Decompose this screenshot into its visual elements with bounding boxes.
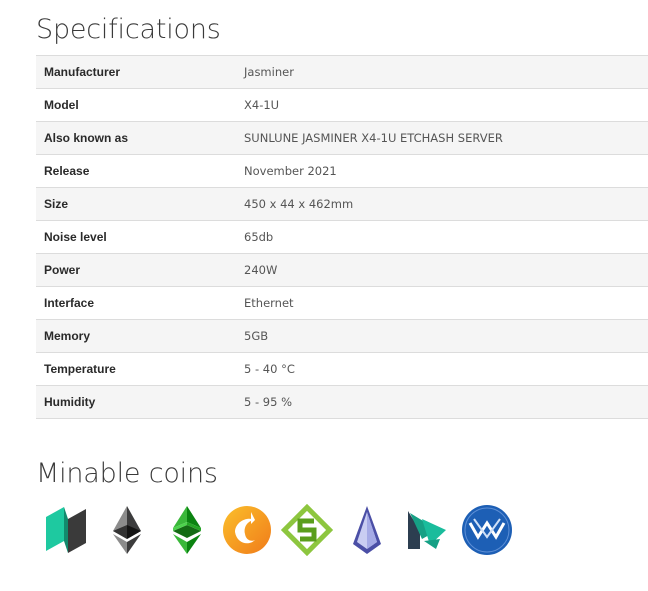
spec-label: Also known as	[36, 121, 236, 155]
expanse-icon[interactable]	[340, 503, 394, 557]
spec-row: Model X4-1U	[36, 88, 648, 122]
spec-row: Memory 5GB	[36, 319, 648, 353]
ethereum-classic-icon[interactable]	[160, 503, 214, 557]
spec-label: Manufacturer	[36, 55, 236, 89]
spec-value: 5 - 95 %	[236, 385, 648, 419]
spec-row: Humidity 5 - 95 %	[36, 385, 648, 419]
specifications-heading: Specifications	[36, 14, 221, 45]
spec-value: X4-1U	[236, 88, 648, 122]
spec-label: Release	[36, 154, 236, 188]
ubiq-icon[interactable]	[40, 503, 94, 557]
spec-value: November 2021	[236, 154, 648, 188]
minable-coins-heading: Minable coins	[36, 458, 218, 489]
spec-value: 450 x 44 x 462mm	[236, 187, 648, 221]
soilcoin-icon[interactable]	[280, 503, 334, 557]
spec-label: Model	[36, 88, 236, 122]
spec-label: Humidity	[36, 385, 236, 419]
spec-label: Noise level	[36, 220, 236, 254]
spec-row: Manufacturer Jasminer	[36, 55, 648, 89]
spec-row: Temperature 5 - 40 °C	[36, 352, 648, 386]
metaverse-icon[interactable]	[400, 503, 454, 557]
spec-row: Power 240W	[36, 253, 648, 287]
spec-value: Ethernet	[236, 286, 648, 320]
spec-label: Power	[36, 253, 236, 287]
spec-label: Memory	[36, 319, 236, 353]
musicoin-icon[interactable]	[460, 503, 514, 557]
specifications-table: Manufacturer Jasminer Model X4-1U Also known…	[36, 55, 648, 419]
spec-value: SUNLUNE JASMINER X4-1U ETCHASH SERVER	[236, 121, 648, 155]
minable-coins-list	[40, 503, 514, 557]
spec-value: Jasminer	[236, 55, 648, 89]
spec-row: Noise level 65db	[36, 220, 648, 254]
spec-label: Size	[36, 187, 236, 221]
spec-value: 240W	[236, 253, 648, 287]
spec-row: Size 450 x 44 x 462mm	[36, 187, 648, 221]
spec-label: Temperature	[36, 352, 236, 386]
spec-row: Release November 2021	[36, 154, 648, 188]
callisto-icon[interactable]	[220, 503, 274, 557]
spec-value: 5GB	[236, 319, 648, 353]
spec-row: Also known as SUNLUNE JASMINER X4-1U ETCH…	[36, 121, 648, 155]
spec-row: Interface Ethernet	[36, 286, 648, 320]
spec-value: 65db	[236, 220, 648, 254]
ethereum-icon[interactable]	[100, 503, 154, 557]
spec-value: 5 - 40 °C	[236, 352, 648, 386]
spec-label: Interface	[36, 286, 236, 320]
